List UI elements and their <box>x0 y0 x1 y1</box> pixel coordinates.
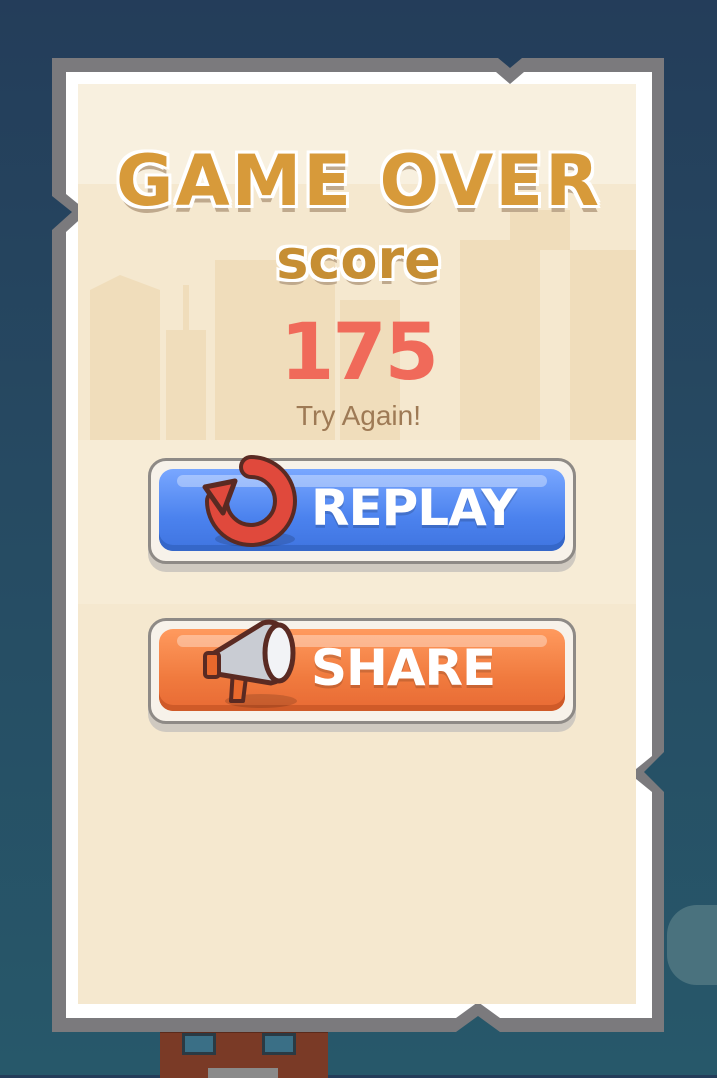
share-button[interactable]: SHARE <box>148 618 576 724</box>
megaphone-icon <box>203 619 297 708</box>
replay-arrow-icon <box>202 455 297 547</box>
try-again-message: Try Again! <box>295 400 421 431</box>
replay-button[interactable]: REPLAY <box>148 455 576 564</box>
replay-button-label: REPLAY <box>311 479 517 537</box>
game-over-title: GAME OVER <box>116 140 601 222</box>
share-button-label: SHARE <box>311 639 496 697</box>
score-label: score <box>276 228 441 291</box>
score-value: 175 <box>280 308 439 398</box>
